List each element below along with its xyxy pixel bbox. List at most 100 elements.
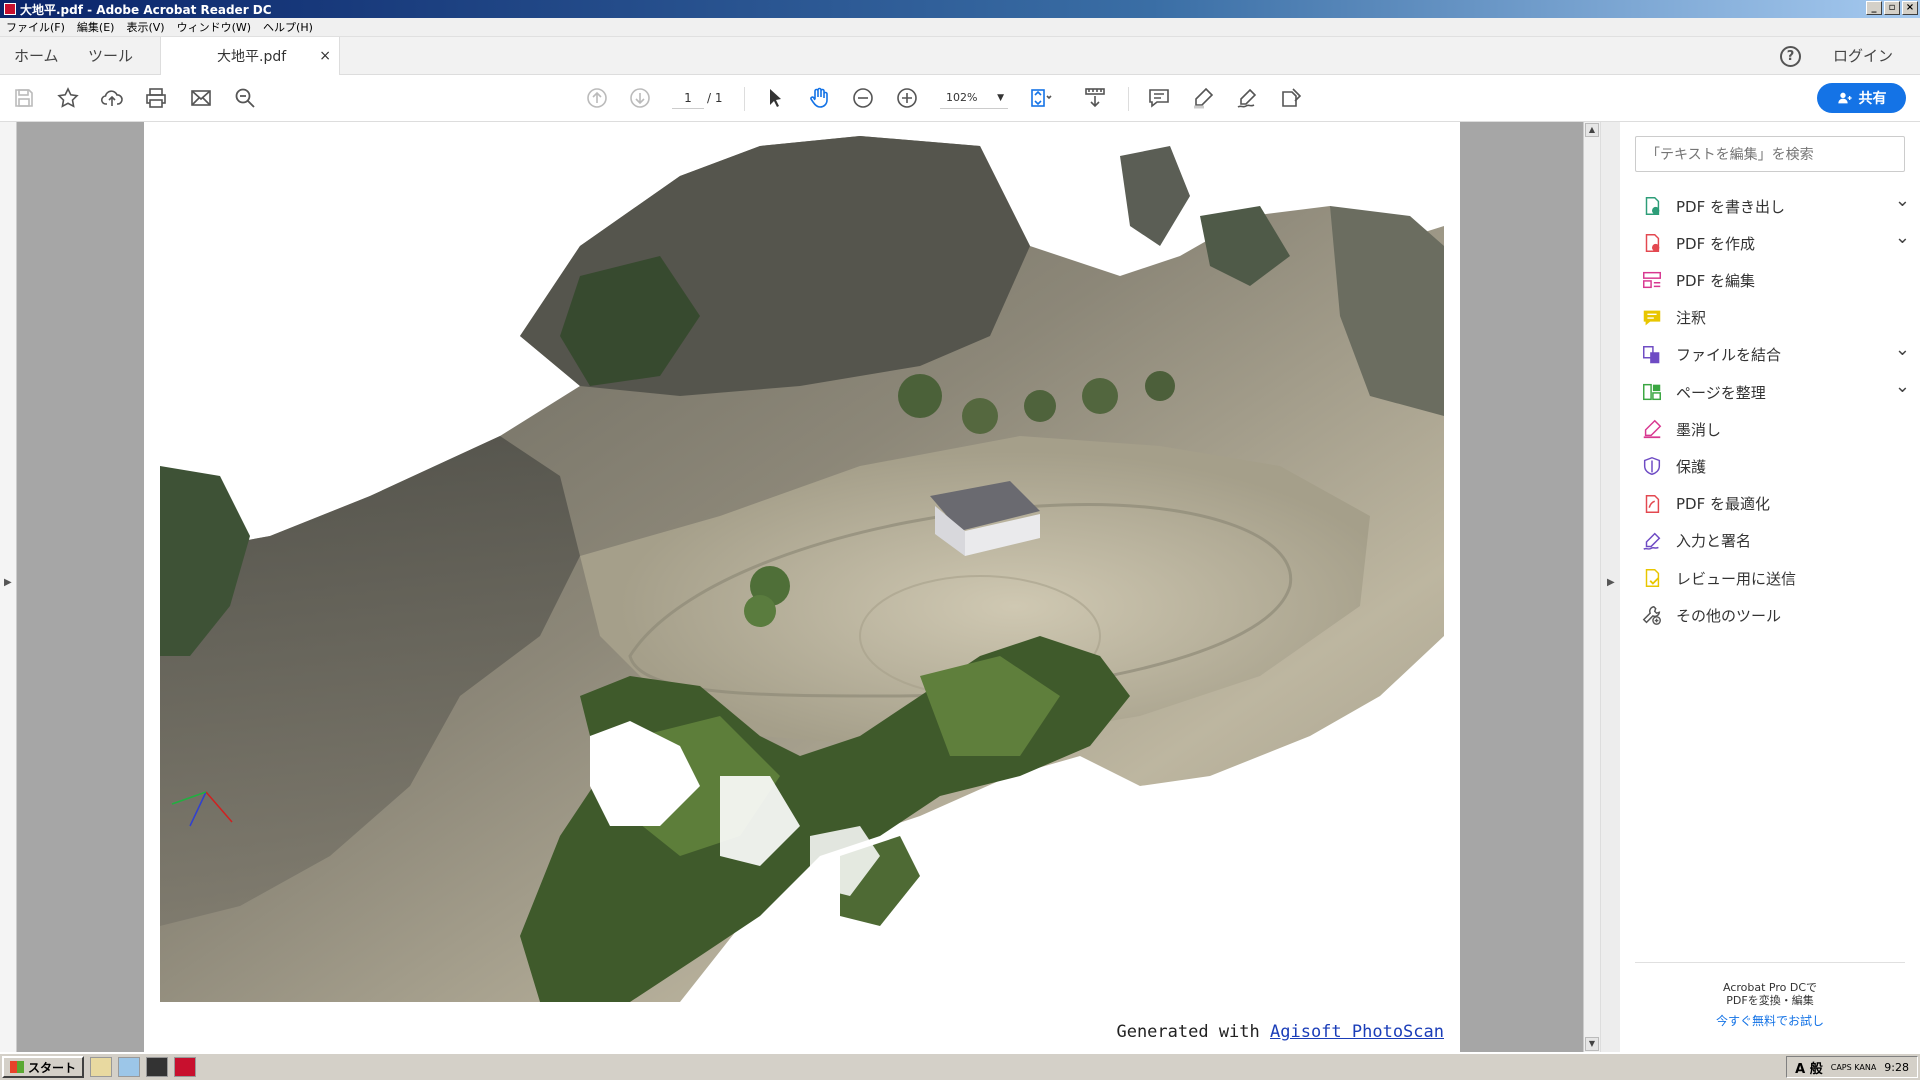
upload-cloud-icon[interactable]	[99, 85, 125, 111]
tool-item-label: 墨消し	[1676, 420, 1722, 439]
stamp-tools-icon[interactable]	[1278, 85, 1304, 111]
promo-line-1: Acrobat Pro DCで	[1722, 981, 1818, 994]
menu-view[interactable]: 表示(V)	[120, 19, 170, 35]
menu-window[interactable]: ウィンドウ(W)	[171, 19, 257, 35]
tool-item-label: PDF を編集	[1676, 271, 1755, 290]
tool-item[interactable]: 注釈	[1640, 300, 1910, 336]
page-fit-icon[interactable]	[1028, 85, 1054, 111]
menu-edit[interactable]: 編集(E)	[71, 19, 121, 35]
login-button[interactable]: ログイン	[1833, 37, 1893, 75]
zoom-select[interactable]: 102% ▼	[940, 87, 1008, 109]
tool-item[interactable]: ファイルを結合 ⌄	[1640, 337, 1910, 373]
share-button[interactable]: 共有	[1817, 83, 1906, 113]
ie-quicklaunch-icon[interactable]	[118, 1057, 141, 1077]
pdf-page: Generated with Agisoft PhotoScan	[144, 122, 1460, 1052]
redact-icon	[1640, 417, 1664, 441]
scroll-up-icon[interactable]: ▲	[1585, 123, 1599, 137]
tool-item[interactable]: PDF を書き出し ⌄	[1640, 188, 1910, 224]
bookmark-star-icon[interactable]	[55, 85, 81, 111]
close-tab-icon[interactable]: ×	[319, 37, 331, 75]
tools-pane: PDF を書き出し⌄PDF を作成⌄PDF を編集注釈ファイルを結合⌄ページを整…	[1620, 122, 1920, 1052]
chevron-down-icon[interactable]: ⌄	[1895, 339, 1910, 360]
comment-icon	[1640, 306, 1664, 330]
toolbar-separator	[1128, 87, 1129, 111]
print-icon[interactable]	[143, 85, 169, 111]
menu-file[interactable]: ファイル(F)	[0, 19, 71, 35]
toolbar-separator	[744, 87, 745, 111]
protect-icon	[1640, 454, 1664, 478]
agisoft-link[interactable]: Agisoft PhotoScan	[1270, 1022, 1444, 1042]
send-review-icon	[1640, 566, 1664, 590]
start-button[interactable]: スタート	[2, 1056, 85, 1078]
tab-document[interactable]: 大地平.pdf ×	[160, 37, 340, 76]
highlight-pen-icon[interactable]	[1190, 85, 1216, 111]
comment-icon[interactable]	[1146, 85, 1172, 111]
tab-tools[interactable]: ツール	[88, 37, 133, 75]
vertical-scrollbar[interactable]: ▲ ▼	[1583, 122, 1600, 1052]
close-window-button[interactable]: ×	[1902, 1, 1918, 15]
clock[interactable]: 9:28	[1884, 1061, 1909, 1074]
tool-item-label: PDF を書き出し	[1676, 197, 1785, 216]
system-tray: A 般 CAPS KANA 9:28	[1786, 1056, 1918, 1078]
chevron-down-icon[interactable]: ⌄	[1895, 376, 1910, 397]
tool-item[interactable]: その他のツール	[1640, 597, 1910, 633]
tool-item-label: レビュー用に送信	[1676, 569, 1797, 588]
document-viewer[interactable]: ▶ Generated with Agisoft PhotoScan ▲ ▼	[0, 122, 1600, 1052]
chevron-down-icon: ▼	[997, 93, 1004, 103]
next-page-icon[interactable]	[627, 85, 653, 111]
maximize-button[interactable]: ▫	[1884, 1, 1900, 15]
email-icon[interactable]	[188, 85, 214, 111]
sign-icon[interactable]	[1234, 85, 1260, 111]
tool-item[interactable]: PDF を最適化	[1640, 486, 1910, 522]
menu-bar: ファイル(F) 編集(E) 表示(V) ウィンドウ(W) ヘルプ(H)	[0, 18, 1920, 37]
left-panel-toggle[interactable]: ▶	[0, 122, 17, 1052]
zoom-in-icon[interactable]	[894, 85, 920, 111]
page-number-input[interactable]: 1	[672, 87, 704, 109]
photogrammetry-3d-render	[160, 136, 1444, 1002]
page-total: / 1	[707, 91, 723, 105]
minimize-button[interactable]: _	[1866, 1, 1882, 15]
zoom-out-icon[interactable]	[850, 85, 876, 111]
tool-item-label: 注釈	[1676, 309, 1707, 328]
scroll-mode-icon[interactable]	[1082, 85, 1108, 111]
tool-item[interactable]: PDF を編集	[1640, 262, 1910, 298]
tool-item[interactable]: 入力と署名	[1640, 523, 1910, 559]
tool-item-label: PDF を最適化	[1676, 495, 1770, 514]
explorer-quicklaunch-icon[interactable]	[90, 1057, 113, 1077]
acrobat-taskbar-icon[interactable]	[174, 1057, 197, 1077]
tab-home[interactable]: ホーム	[14, 37, 59, 75]
export-pdf-icon	[1640, 194, 1664, 218]
tool-item[interactable]: 保護	[1640, 448, 1910, 484]
zoom-value: 102%	[946, 91, 978, 104]
main-toolbar: 1 / 1 102% ▼ 共有	[0, 75, 1920, 122]
chevron-down-icon[interactable]: ⌄	[1895, 227, 1910, 248]
tool-item[interactable]: ページを整理 ⌄	[1640, 374, 1910, 410]
tool-item[interactable]: レビュー用に送信	[1640, 560, 1910, 596]
help-icon[interactable]: ?	[1780, 46, 1801, 67]
optimize-pdf-icon	[1640, 492, 1664, 516]
search-zoom-icon[interactable]	[232, 85, 258, 111]
chevron-down-icon[interactable]: ⌄	[1895, 190, 1910, 211]
document-tab-label: 大地平.pdf	[217, 49, 287, 65]
ime-indicator[interactable]: A 般	[1795, 1058, 1823, 1077]
caps-kana-indicator: CAPS KANA	[1830, 1062, 1877, 1072]
window-title: 大地平.pdf - Adobe Acrobat Reader DC	[20, 2, 272, 17]
save-icon[interactable]	[11, 85, 37, 111]
menu-help[interactable]: ヘルプ(H)	[257, 19, 319, 35]
right-panel-toggle[interactable]: ▶	[1600, 122, 1620, 1052]
previous-page-icon[interactable]	[584, 85, 610, 111]
tool-item[interactable]: PDF を作成 ⌄	[1640, 225, 1910, 261]
tool-item-label: ページを整理	[1676, 383, 1766, 402]
generated-with-footer: Generated with Agisoft PhotoScan	[1116, 1022, 1444, 1042]
create-pdf-icon	[1640, 231, 1664, 255]
window-titlebar: 大地平.pdf - Adobe Acrobat Reader DC _ ▫ ×	[0, 0, 1920, 18]
tools-search-input[interactable]	[1635, 136, 1905, 172]
tool-item[interactable]: 墨消し	[1640, 411, 1910, 447]
app-quicklaunch-icon[interactable]	[146, 1057, 169, 1077]
free-trial-link[interactable]: 今すぐ無料でお試し	[1635, 1015, 1905, 1028]
scroll-down-icon[interactable]: ▼	[1585, 1037, 1599, 1051]
tool-item-label: その他のツール	[1676, 606, 1782, 625]
select-cursor-icon[interactable]	[762, 85, 788, 111]
share-button-label: 共有	[1858, 91, 1887, 107]
hand-tool-icon[interactable]	[806, 85, 832, 111]
